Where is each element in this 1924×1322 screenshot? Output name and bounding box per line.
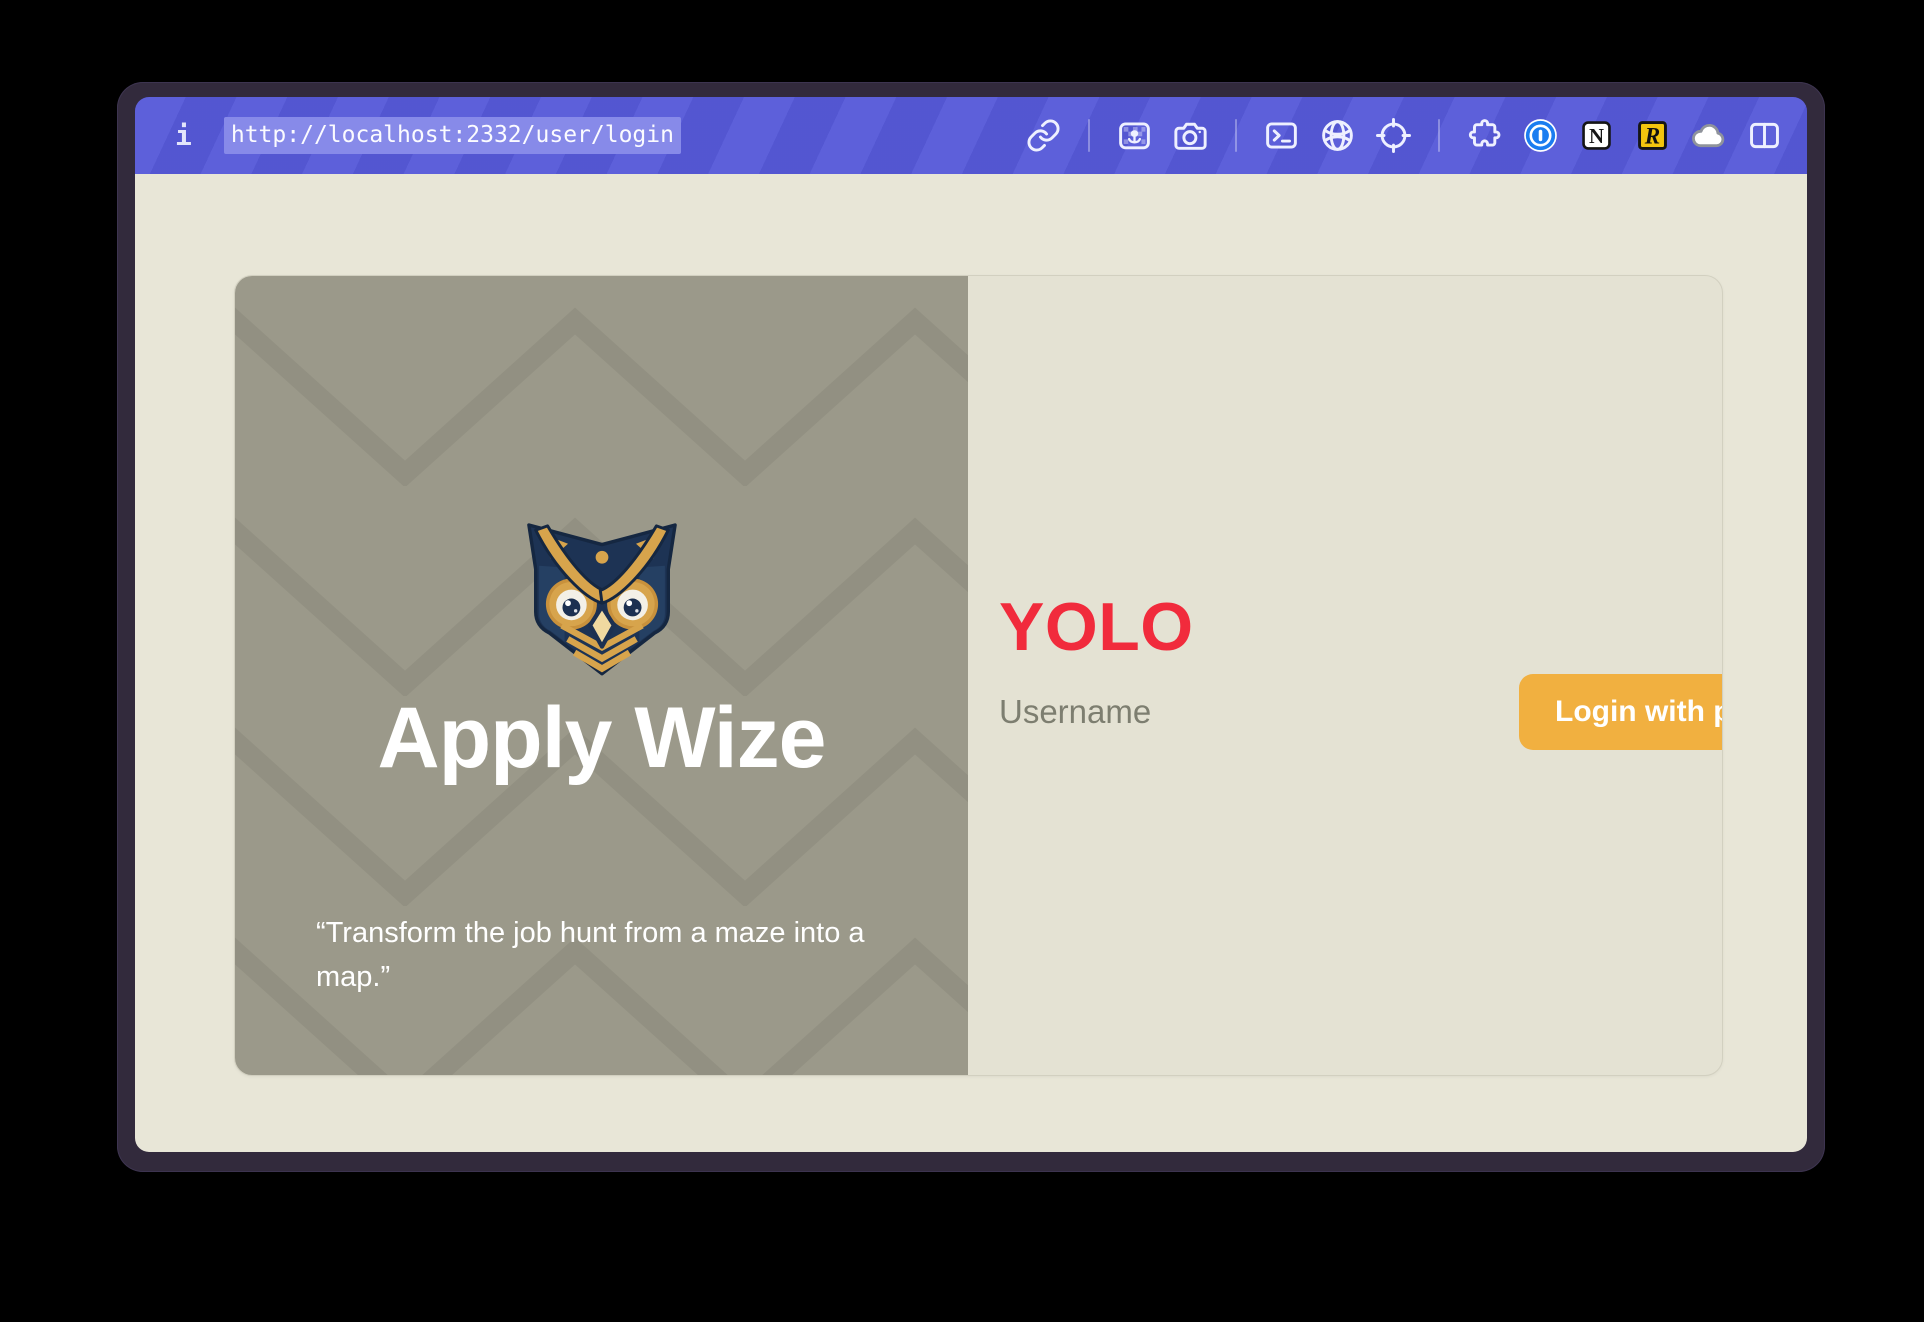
r-extension-icon[interactable]: R	[1634, 117, 1671, 154]
brand-logo-group: Apply Wize	[378, 507, 826, 788]
svg-text:R: R	[1644, 124, 1660, 150]
toolbar-separator	[1088, 119, 1090, 152]
image-flower-icon[interactable]	[1116, 117, 1153, 154]
login-pane: YOLO Login with passkey	[968, 276, 1723, 1075]
terminal-icon[interactable]	[1263, 117, 1300, 154]
address-bar: i http://localhost:2332/user/login	[135, 97, 1807, 174]
globe-icon[interactable]	[1319, 117, 1356, 154]
login-card: Apply Wize “Transform the job hunt from …	[234, 275, 1723, 1076]
link-icon[interactable]	[1025, 117, 1062, 154]
brand-title: Apply Wize	[378, 689, 826, 788]
split-view-icon[interactable]	[1746, 117, 1783, 154]
toolbar-separator	[1235, 119, 1237, 152]
browser-window: i http://localhost:2332/user/login	[117, 82, 1825, 1172]
browser-toolbar: N R	[1025, 117, 1783, 154]
cloud-icon[interactable]	[1690, 117, 1727, 154]
crosshair-icon[interactable]	[1375, 117, 1412, 154]
notion-icon[interactable]: N	[1578, 117, 1615, 154]
login-with-passkey-button[interactable]: Login with passkey	[1519, 674, 1723, 750]
info-icon[interactable]: i	[175, 119, 192, 152]
brand-pane: Apply Wize “Transform the job hunt from …	[235, 276, 968, 1075]
puzzle-extensions-icon[interactable]	[1466, 117, 1503, 154]
login-heading: YOLO	[999, 588, 1723, 666]
username-input[interactable]	[999, 693, 1519, 731]
owl-logo-icon	[517, 507, 687, 679]
login-row: Login with passkey	[999, 674, 1723, 750]
page-background: Apply Wize “Transform the job hunt from …	[135, 174, 1807, 1152]
toolbar-separator	[1438, 119, 1440, 152]
brand-tagline: “Transform the job hunt from a maze into…	[316, 912, 912, 999]
1password-icon[interactable]	[1522, 117, 1559, 154]
url-input[interactable]: http://localhost:2332/user/login	[224, 117, 681, 154]
svg-text:N: N	[1589, 124, 1604, 148]
browser-window-inner: i http://localhost:2332/user/login	[135, 97, 1807, 1152]
camera-icon[interactable]	[1172, 117, 1209, 154]
